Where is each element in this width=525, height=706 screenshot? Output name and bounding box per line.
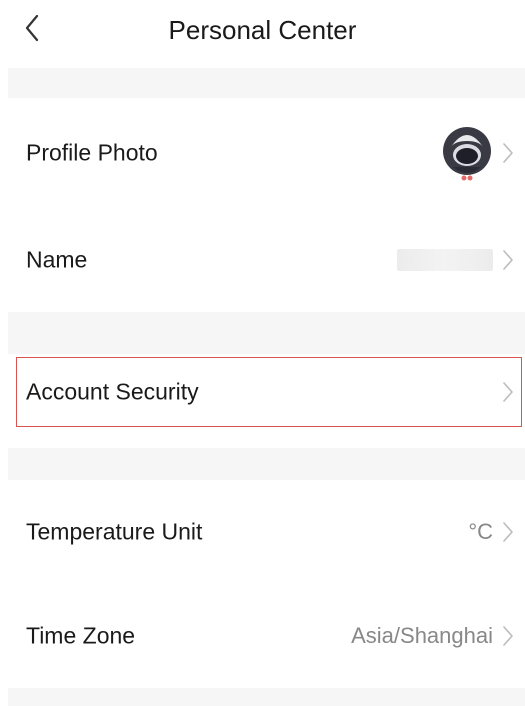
account-security-label: Account Security [26,378,199,405]
page-title: Personal Center [168,15,357,45]
section-divider [8,688,525,706]
name-row[interactable]: Name [0,208,525,312]
temperature-unit-value: °C [468,519,493,544]
account-security-row[interactable]: Account Security [0,354,525,430]
name-label: Name [26,246,88,273]
chevron-right-icon [501,521,515,543]
section-divider [8,68,525,98]
temperature-unit-right: °C [468,519,515,545]
time-zone-label: Time Zone [26,622,136,649]
chevron-right-icon [501,142,515,164]
profile-photo-right [441,121,515,185]
name-right [397,249,515,271]
temperature-unit-label: Temperature Unit [26,518,203,545]
time-zone-right: Asia/Shanghai [351,623,515,649]
chevron-right-icon [501,249,515,271]
section-divider [8,312,525,354]
header-bar: Personal Center [0,0,525,64]
personal-center-screen: Personal Center Profile Photo Name Accou… [0,0,525,706]
temperature-unit-row[interactable]: Temperature Unit °C [0,480,525,584]
time-zone-value: Asia/Shanghai [351,623,493,648]
profile-photo-label: Profile Photo [26,139,158,166]
section-divider [8,448,525,480]
account-security-right [501,381,515,403]
chevron-right-icon [501,625,515,647]
time-zone-row[interactable]: Time Zone Asia/Shanghai [0,584,525,688]
profile-photo-row[interactable]: Profile Photo [0,98,525,208]
avatar-icon [441,121,493,185]
name-value-redacted [397,249,493,271]
chevron-right-icon [501,381,515,403]
